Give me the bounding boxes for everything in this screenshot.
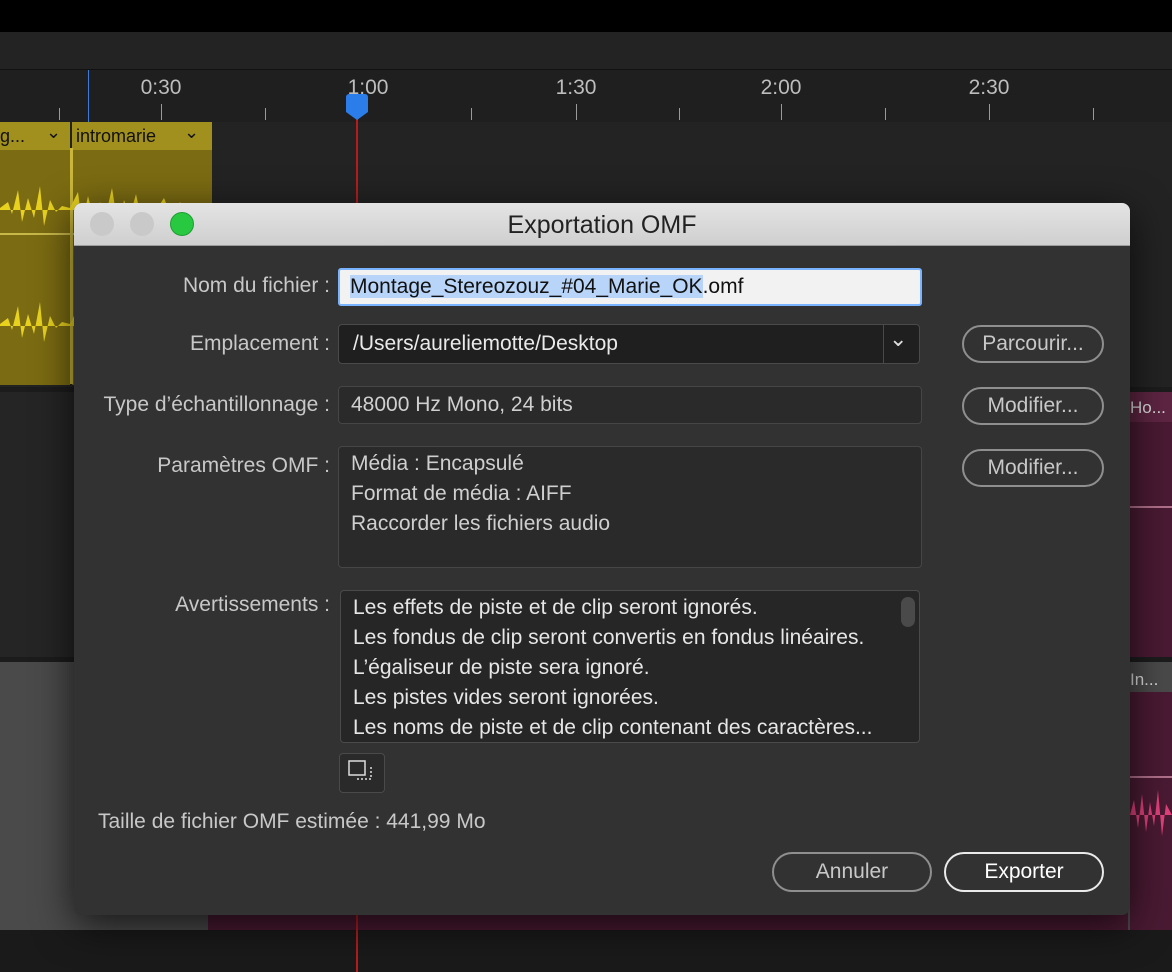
warning-line: Les pistes vides seront ignorées. bbox=[353, 686, 659, 709]
clip-header-right-bottom[interactable]: In... bbox=[1130, 662, 1172, 692]
warnings-label: Avertissements : bbox=[175, 593, 330, 616]
clip-header-intromarie[interactable]: intromarie ⌄ bbox=[72, 122, 212, 150]
warning-line: Les effets de piste et de clip seront ig… bbox=[353, 596, 758, 619]
ruler-tick bbox=[679, 108, 680, 120]
ruler-tick bbox=[265, 108, 266, 120]
app-top-bar bbox=[0, 0, 1172, 32]
sampling-type-value: 48000 Hz Mono, 24 bits bbox=[351, 393, 573, 416]
playhead-handle[interactable] bbox=[346, 94, 368, 120]
filename-label: Nom du fichier : bbox=[182, 274, 330, 297]
omf-params-box: Média : Encapsulé Format de média : AIFF… bbox=[338, 446, 922, 568]
chevron-down-icon[interactable]: ⌄ bbox=[889, 326, 907, 352]
filename-selected-text: Montage_Stereozouz_#04_Marie_OK bbox=[350, 275, 703, 298]
ruler-tick bbox=[885, 108, 886, 120]
chevron-down-icon[interactable]: ⌄ bbox=[184, 122, 199, 143]
browse-button[interactable]: Parcourir... bbox=[962, 325, 1104, 363]
ruler-tick bbox=[161, 104, 162, 120]
ruler-tick bbox=[576, 104, 577, 120]
omf-param-line: Raccorder les fichiers audio bbox=[351, 512, 611, 535]
ruler-label-1-30: 1:30 bbox=[555, 76, 597, 99]
clip-header-right-top[interactable]: Ho... bbox=[1130, 392, 1172, 422]
omf-param-line: Format de média : AIFF bbox=[351, 482, 572, 505]
copy-icon bbox=[348, 760, 372, 780]
waveform-pink bbox=[1130, 790, 1172, 836]
location-label: Emplacement : bbox=[189, 332, 330, 355]
chevron-down-icon[interactable]: ⌄ bbox=[46, 122, 61, 143]
omf-param-line: Média : Encapsulé bbox=[351, 452, 524, 475]
clip-title-right-top: Ho... bbox=[1130, 398, 1166, 417]
dropdown-divider bbox=[883, 325, 884, 363]
warning-line: Les noms de piste et de clip contenant d… bbox=[353, 716, 873, 739]
filename-input[interactable]: Montage_Stereozouz_#04_Marie_OK.omf bbox=[338, 268, 922, 306]
cancel-button[interactable]: Annuler bbox=[772, 852, 932, 892]
ruler-label-2-30: 2:30 bbox=[968, 76, 1010, 99]
ruler-label-0-30: 0:30 bbox=[140, 76, 182, 99]
ruler-tick bbox=[471, 108, 472, 120]
warnings-list[interactable]: Les effets de piste et de clip seront ig… bbox=[340, 590, 920, 743]
copy-warnings-button[interactable] bbox=[339, 753, 385, 793]
ruler-label-2-00: 2:00 bbox=[760, 76, 802, 99]
clip-title-left: g... bbox=[0, 126, 26, 146]
clip-title-right-bottom: In... bbox=[1130, 670, 1159, 689]
warnings-scrollbar[interactable] bbox=[901, 597, 915, 627]
dialog-title: Exportation OMF bbox=[507, 211, 697, 239]
volume-line[interactable] bbox=[1130, 506, 1172, 508]
export-button[interactable]: Exporter bbox=[944, 852, 1104, 892]
sampling-type-field: 48000 Hz Mono, 24 bits bbox=[338, 386, 922, 424]
ruler-tick bbox=[989, 104, 990, 120]
modify-omf-params-button[interactable]: Modifier... bbox=[962, 449, 1104, 487]
ruler-tick bbox=[59, 108, 60, 120]
ruler-tick bbox=[781, 104, 782, 120]
sampling-type-label: Type d’échantillonnage : bbox=[103, 393, 331, 416]
volume-line[interactable] bbox=[1130, 776, 1172, 778]
dialog-titlebar[interactable]: Exportation OMF bbox=[74, 203, 1130, 246]
omf-export-dialog: Exportation OMF Nom du fichier : Montage… bbox=[74, 203, 1130, 915]
location-value: /Users/aureliemotte/Desktop bbox=[353, 332, 618, 355]
app-toolbar bbox=[0, 32, 1172, 70]
clip-title-intromarie: intromarie bbox=[76, 126, 157, 146]
omf-params-label: Paramètres OMF : bbox=[157, 454, 330, 477]
modify-sampling-button[interactable]: Modifier... bbox=[962, 387, 1104, 425]
ruler-tick bbox=[1093, 108, 1094, 120]
estimated-size-text: Taille de fichier OMF estimée : 441,99 M… bbox=[98, 810, 486, 833]
track-4 bbox=[0, 930, 1172, 972]
clip-header-left[interactable]: g... ⌄ bbox=[0, 122, 70, 150]
warning-line: Les fondus de clip seront convertis en f… bbox=[353, 626, 865, 649]
filename-extension: .omf bbox=[702, 275, 744, 298]
audio-clip-right-top[interactable] bbox=[1130, 392, 1172, 657]
location-dropdown[interactable]: /Users/aureliemotte/Desktop ⌄ bbox=[338, 324, 920, 364]
timeline-marker bbox=[88, 70, 89, 122]
warning-line: L’égaliseur de piste sera ignoré. bbox=[353, 656, 650, 679]
